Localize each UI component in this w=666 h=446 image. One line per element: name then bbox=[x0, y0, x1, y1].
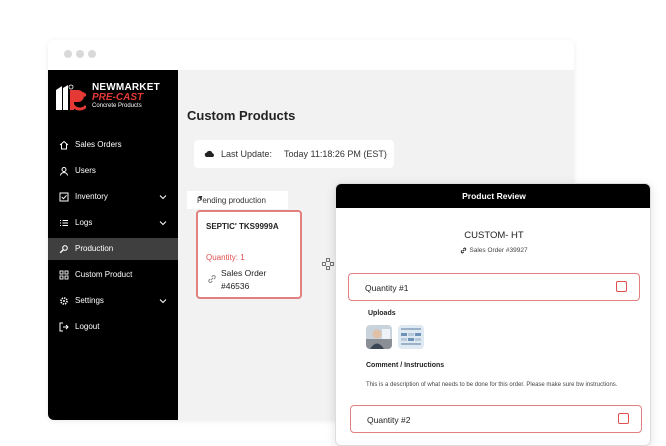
sidebar-item-label: Logout bbox=[75, 322, 100, 331]
quantity-label: Quantity #1 bbox=[365, 283, 409, 293]
sidebar-item-label: Users bbox=[75, 166, 96, 175]
wrench-icon bbox=[59, 245, 68, 254]
sidebar-item-label: Production bbox=[75, 244, 114, 253]
logo-mark-icon bbox=[56, 84, 86, 111]
modal-sales-order: Sales Order #39927 bbox=[336, 247, 650, 255]
sidebar-item-label: Sales Orders bbox=[75, 140, 122, 149]
modal-product-title: CUSTOM- HT bbox=[464, 230, 524, 241]
product-review-modal: Product Review CUSTOM- HT Sales Order #3… bbox=[335, 183, 651, 446]
chevron-down-icon bbox=[159, 195, 167, 200]
home-icon bbox=[59, 140, 69, 150]
window-dot bbox=[88, 50, 96, 58]
last-update-value: Today 11:18:26 PM (EST) bbox=[284, 149, 387, 159]
sidebar-item-logs[interactable]: Logs bbox=[48, 212, 178, 234]
quantity-label: Quantity #2 bbox=[367, 415, 411, 425]
modal-sales-order-text: Sales Order #39927 bbox=[469, 247, 528, 255]
brand-line2: PRE-CAST bbox=[92, 92, 144, 103]
caret-down-icon: ▼ bbox=[197, 195, 204, 202]
brand-line3: Concrete Products bbox=[92, 103, 142, 109]
document-image bbox=[398, 325, 424, 349]
upload-thumbnail-document[interactable] bbox=[398, 325, 424, 349]
quantity-1-checkbox[interactable] bbox=[616, 281, 627, 292]
product-name: SEPTIC' TKS9999A bbox=[206, 222, 279, 231]
photo-image bbox=[366, 325, 392, 349]
comment-text: This is a description of what needs to b… bbox=[366, 382, 618, 388]
status-filter-select[interactable]: Pending production ▼ bbox=[187, 191, 288, 209]
window-dot bbox=[64, 50, 72, 58]
sidebar-item-sales-orders[interactable]: Sales Orders bbox=[48, 134, 178, 156]
sidebar-item-custom-product[interactable]: Custom Product bbox=[48, 264, 178, 286]
sidebar-item-users[interactable]: Users bbox=[48, 160, 178, 182]
chevron-down-icon bbox=[159, 299, 167, 304]
window-dot bbox=[76, 50, 84, 58]
grid-icon bbox=[59, 270, 69, 280]
checkbox-icon bbox=[59, 192, 69, 202]
sidebar-item-label: Custom Product bbox=[75, 270, 133, 279]
sidebar-item-label: Inventory bbox=[75, 192, 108, 201]
sidebar-item-logout[interactable]: Logout bbox=[48, 316, 178, 338]
drag-handle-icon[interactable] bbox=[322, 258, 334, 270]
gear-icon bbox=[60, 297, 68, 305]
window-titlebar bbox=[48, 40, 574, 70]
sidebar-item-label: Settings bbox=[75, 296, 104, 305]
uploads-label: Uploads bbox=[368, 310, 396, 317]
cloud-icon bbox=[204, 150, 214, 157]
sidebar-item-settings[interactable]: Settings bbox=[48, 290, 178, 312]
product-sales-order: Sales Order #46536 bbox=[221, 268, 267, 291]
link-icon bbox=[461, 247, 467, 254]
upload-thumbnail-photo[interactable] bbox=[366, 325, 392, 349]
quantity-2-checkbox[interactable] bbox=[618, 413, 629, 424]
sidebar-item-label: Logs bbox=[75, 218, 93, 227]
sidebar: NEWMARKET PRE-CAST Concrete Products Sal… bbox=[48, 70, 178, 420]
modal-header: Product Review bbox=[336, 184, 650, 208]
product-card[interactable]: SEPTIC' TKS9999A Quantity: 1 Sales Order… bbox=[196, 210, 302, 299]
logout-icon bbox=[59, 322, 69, 332]
quantity-row-1[interactable]: Quantity #1 bbox=[348, 273, 640, 301]
list-icon bbox=[60, 220, 68, 226]
link-icon bbox=[208, 275, 216, 283]
sidebar-item-production[interactable]: Production bbox=[48, 238, 178, 260]
last-update-label: Last Update: bbox=[221, 149, 273, 159]
brand-logo[interactable]: NEWMARKET PRE-CAST Concrete Products bbox=[56, 80, 170, 114]
quantity-row-2[interactable]: Quantity #2 bbox=[350, 405, 642, 433]
sidebar-item-inventory[interactable]: Inventory bbox=[48, 186, 178, 208]
product-quantity: Quantity: 1 bbox=[206, 253, 245, 262]
last-update-panel: Last Update: Today 11:18:26 PM (EST) bbox=[194, 140, 394, 168]
page-title: Custom Products bbox=[187, 108, 296, 123]
chevron-down-icon bbox=[159, 221, 167, 226]
comment-label: Comment / Instructions bbox=[366, 362, 445, 369]
user-icon bbox=[60, 167, 68, 176]
